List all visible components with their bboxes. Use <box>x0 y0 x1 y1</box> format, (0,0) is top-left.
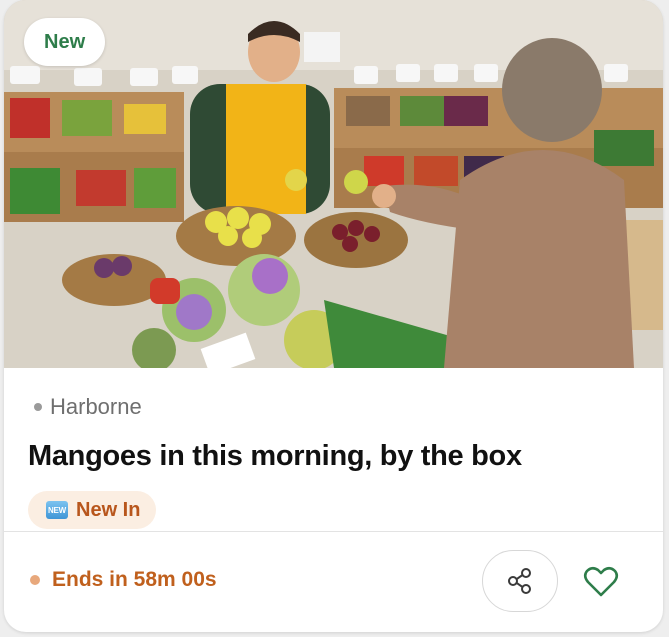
new-icon: NEW <box>46 501 68 519</box>
divider <box>4 531 663 532</box>
countdown-dot <box>30 575 40 585</box>
product-photo[interactable]: New <box>4 0 663 368</box>
new-badge: New <box>24 18 106 66</box>
share-icon <box>508 568 531 594</box>
countdown-label: Ends in 58m 00s <box>52 568 217 591</box>
tag-label: New In <box>76 498 141 521</box>
location: Harborne <box>34 394 142 420</box>
share-button[interactable] <box>482 550 558 612</box>
listing-title[interactable]: Mangoes in this morning, by the box <box>28 440 648 473</box>
market-stall-image <box>4 0 663 368</box>
countdown: Ends in 58m 00s <box>30 568 217 592</box>
new-in-tag: NEW New In <box>28 491 157 529</box>
heart-icon <box>583 566 619 597</box>
location-dot <box>34 403 42 411</box>
listing-card[interactable]: New Harborne Mangoes in this morning, by… <box>4 0 663 632</box>
favorite-button[interactable] <box>579 560 623 604</box>
location-label: Harborne <box>50 394 142 419</box>
